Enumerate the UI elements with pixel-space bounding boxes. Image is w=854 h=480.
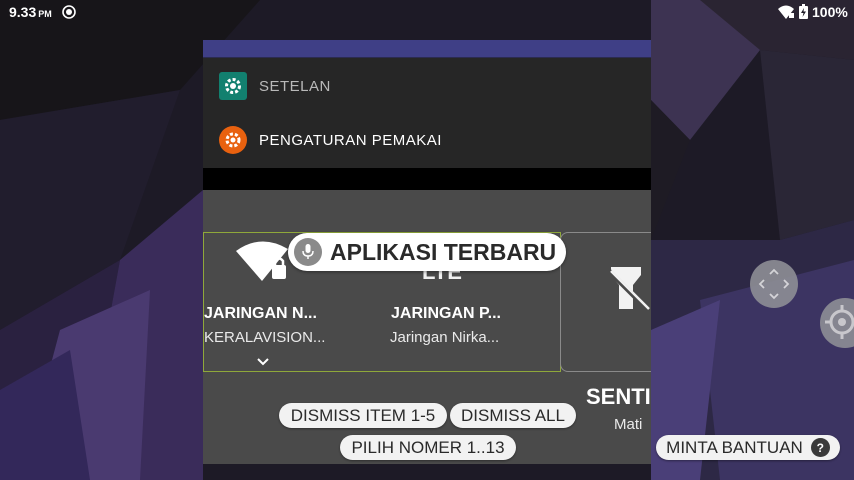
- dismiss-items-button[interactable]: DISMISS ITEM 1-5: [279, 403, 447, 428]
- help-question-icon: ?: [810, 438, 830, 457]
- voice-title-text: APLIKASI TERBARU: [330, 238, 557, 265]
- dismiss-all-button[interactable]: DISMISS ALL: [450, 403, 576, 428]
- crosshair-icon: [825, 305, 854, 339]
- chevron-down-icon[interactable]: [256, 354, 270, 372]
- help-button-label: MINTA BANTUAN: [666, 437, 803, 457]
- recent-card-title: PENGATURAN PEMAKAI: [259, 131, 442, 149]
- mobile-network-label: JARINGAN P...: [391, 305, 501, 322]
- wifi-icon: [778, 5, 794, 19]
- battery-icon: [799, 4, 808, 19]
- battery-percent: 100%: [812, 4, 848, 20]
- wifi-tile-label: JARINGAN N...: [204, 305, 317, 322]
- move-cursor-button[interactable]: [750, 260, 798, 308]
- notification-icon: [62, 5, 76, 19]
- crosshair-button[interactable]: [820, 298, 854, 348]
- status-bar: 9.33 PM 100%: [0, 0, 854, 24]
- recent-card-user-settings[interactable]: PENGATURAN PEMAKAI: [203, 112, 651, 168]
- help-button[interactable]: MINTA BANTUAN ?: [656, 435, 840, 460]
- clock: 9.33 PM: [9, 4, 52, 20]
- recent-card-settings[interactable]: SETELAN: [203, 58, 651, 114]
- four-arrows-icon: [758, 268, 790, 300]
- recent-card-title: SETELAN: [259, 77, 331, 95]
- card-divider: [203, 168, 651, 190]
- flashlight-tile[interactable]: [560, 232, 651, 372]
- flashlight-tile-label: SENTI: [586, 384, 651, 409]
- user-settings-gear-icon: [219, 126, 247, 154]
- wifi-tile-sub: KERALAVISION...: [204, 329, 326, 346]
- flashlight-tile-sub: Mati: [614, 416, 643, 433]
- settings-gear-icon: [219, 72, 247, 100]
- flashlight-off-icon: [607, 265, 651, 318]
- pick-number-button[interactable]: PILIH NOMER 1..13: [340, 435, 516, 460]
- mobile-network-sub: Jaringan Nirka...: [390, 329, 500, 346]
- microphone-icon: [294, 238, 322, 266]
- recent-apps-voice-title: APLIKASI TERBARU: [288, 233, 566, 271]
- recent-card-background[interactable]: [203, 40, 651, 58]
- wifi-lock-icon: [236, 239, 294, 288]
